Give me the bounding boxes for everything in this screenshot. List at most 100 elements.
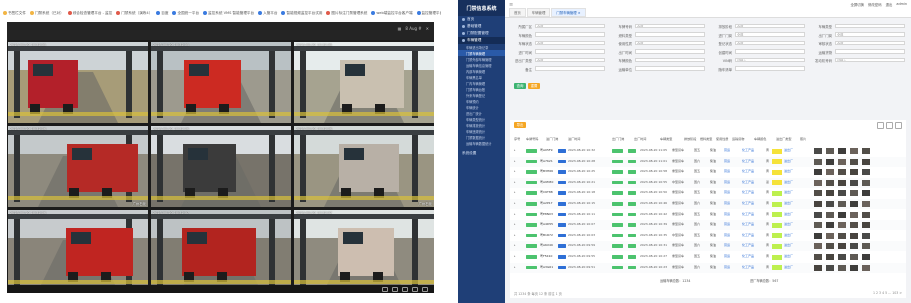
pager-pages[interactable]: 1 2 3 4 5 ... 103 > — [873, 291, 902, 295]
photo-thumbnail[interactable] — [814, 169, 822, 176]
photo-thumbnail[interactable] — [862, 264, 870, 271]
password-link[interactable]: 修改密码 — [868, 2, 882, 7]
close-icon[interactable]: ✕ — [426, 26, 429, 31]
export-button[interactable]: 导出 — [514, 122, 526, 128]
sidebar-subitem[interactable]: 运输车辆数据统计 — [458, 140, 505, 146]
filter-input[interactable]: 全部 — [535, 40, 605, 45]
sidebar-item[interactable]: 门禁配置管理 — [458, 30, 505, 37]
photo-thumbnail[interactable] — [850, 243, 858, 250]
filter-input[interactable]: 请输入 — [835, 57, 905, 62]
table-row[interactable]: ▸ 粤A05F9 2023-08-20 10:32 2023-08-20 11:05 重… — [510, 146, 906, 156]
photo-thumbnail[interactable] — [826, 169, 834, 176]
filter-input[interactable] — [835, 49, 905, 54]
photo-thumbnail[interactable] — [850, 254, 858, 260]
bookmark-item[interactable]: 监控管理平台 — [416, 11, 441, 16]
bookmark-item[interactable]: 入管平台 — [258, 11, 277, 16]
photo-thumbnail[interactable] — [814, 148, 822, 154]
filter-input[interactable] — [635, 57, 705, 62]
reset-button[interactable]: 重置 — [528, 83, 540, 89]
photo-thumbnail[interactable] — [838, 243, 846, 250]
columns-icon[interactable] — [886, 122, 893, 129]
camera-tile[interactable]: 2023-08-20 10:32:06 — [8, 210, 148, 291]
table-row[interactable]: ▸ 粤F5K10 2023-08-20 09:55 2023-08-20 10:27 重… — [510, 252, 906, 262]
filter-input[interactable] — [535, 66, 605, 71]
filter-input[interactable]: 全部 — [535, 57, 605, 62]
bookmark-item[interactable]: 书签栏文件 — [3, 11, 26, 16]
fullscreen-icon[interactable] — [422, 286, 428, 292]
photo-thumbnail[interactable] — [814, 232, 822, 239]
row-expand-icon[interactable]: ▸ — [514, 201, 516, 205]
row-expand-icon[interactable]: ▸ — [514, 222, 516, 226]
table-row[interactable]: ▸ 粤A9M30 2023-08-20 10:21 2023-08-20 10:55 中… — [510, 177, 906, 188]
photo-thumbnail[interactable] — [862, 201, 870, 207]
play-icon[interactable] — [382, 286, 388, 292]
photo-thumbnail[interactable] — [838, 201, 846, 207]
camera-tile[interactable]: 2023-08-20 10:32:06 广州石化 — [294, 126, 434, 207]
photo-thumbnail[interactable] — [826, 254, 834, 260]
photo-thumbnail[interactable] — [814, 190, 822, 197]
filter-input[interactable]: 全部 — [635, 40, 705, 45]
search-button[interactable]: 查询 — [514, 83, 526, 89]
photo-thumbnail[interactable] — [838, 169, 846, 176]
row-expand-icon[interactable]: ▸ — [514, 190, 516, 194]
filter-input[interactable]: 全部 — [635, 23, 705, 28]
photo-thumbnail[interactable] — [814, 264, 822, 271]
table-row[interactable]: ▸ 粤A3G61 2023-08-20 09:51 2023-08-20 10:23 重… — [510, 262, 906, 273]
sidebar-item[interactable]: 首页 — [458, 16, 505, 23]
photo-thumbnail[interactable] — [862, 243, 870, 250]
photo-thumbnail[interactable] — [826, 211, 834, 218]
filter-input[interactable]: 全部 — [835, 40, 905, 45]
photo-thumbnail[interactable] — [838, 254, 846, 260]
photo-thumbnail[interactable] — [838, 222, 846, 229]
bookmark-item[interactable]: 全国统一平台 — [172, 11, 199, 16]
row-expand-icon[interactable]: ▸ — [514, 148, 516, 152]
photo-thumbnail[interactable] — [838, 264, 846, 271]
refresh-icon[interactable] — [877, 122, 884, 129]
filter-input[interactable] — [735, 49, 805, 54]
row-expand-icon[interactable]: ▸ — [514, 254, 516, 258]
photo-thumbnail[interactable] — [826, 190, 834, 197]
photo-thumbnail[interactable] — [850, 169, 858, 176]
print-icon[interactable] — [895, 122, 902, 129]
photo-thumbnail[interactable] — [826, 148, 834, 154]
photo-thumbnail[interactable] — [850, 211, 858, 218]
photo-thumbnail[interactable] — [850, 158, 858, 165]
filter-input[interactable]: 请输入 — [735, 57, 805, 62]
photo-thumbnail[interactable] — [826, 243, 834, 250]
photo-thumbnail[interactable] — [862, 211, 870, 218]
photo-thumbnail[interactable] — [850, 232, 858, 239]
filter-input[interactable]: 全部 — [735, 23, 805, 28]
filter-input[interactable] — [535, 32, 605, 37]
table-row[interactable]: ▸ 粤A2P17 2023-08-20 10:15 2023-08-20 10:46 重… — [510, 199, 906, 209]
row-expand-icon[interactable]: ▸ — [514, 265, 516, 269]
grid-icon[interactable]: ▦ — [398, 26, 402, 31]
camera-tile[interactable]: 2023-08-20 10:32:07进场道路-监控 — [294, 210, 434, 291]
photo-thumbnail[interactable] — [826, 232, 834, 239]
photo-thumbnail[interactable] — [814, 211, 822, 218]
photo-thumbnail[interactable] — [850, 190, 858, 197]
camera-tile[interactable]: 2023-08-20 10:32:05 — [294, 42, 434, 123]
table-row[interactable]: ▸ 粤A4D55 2023-08-20 10:07 2023-08-20 10:39 重… — [510, 220, 906, 231]
photo-thumbnail[interactable] — [814, 222, 822, 229]
filter-input[interactable] — [635, 66, 705, 71]
filter-input[interactable] — [635, 32, 705, 37]
camera-tile[interactable]: 2023-08-20 10:32:07环保门禁系统-高清 — [151, 210, 291, 291]
table-row[interactable]: ▸ 粤A7K21 2023-08-20 10:28 2023-08-20 11:01 重… — [510, 156, 906, 167]
photo-thumbnail[interactable] — [838, 179, 846, 186]
row-expand-icon[interactable]: ▸ — [514, 233, 516, 237]
filter-input[interactable]: 全部 — [735, 32, 805, 37]
row-expand-icon[interactable]: ▸ — [514, 243, 516, 247]
row-expand-icon[interactable]: ▸ — [514, 169, 516, 173]
bookmark-item[interactable]: 门禁系统（演练4） — [116, 11, 152, 16]
photo-thumbnail[interactable] — [862, 232, 870, 239]
filter-input[interactable] — [635, 49, 705, 54]
filter-input[interactable] — [535, 49, 605, 54]
snapshot-icon[interactable] — [402, 286, 408, 292]
filter-input[interactable]: 全部 — [535, 23, 605, 28]
page-tab[interactable]: 车辆管理 — [526, 8, 551, 17]
photo-thumbnail[interactable] — [838, 148, 846, 154]
photo-thumbnail[interactable] — [838, 211, 846, 218]
photo-thumbnail[interactable] — [814, 158, 822, 165]
photo-thumbnail[interactable] — [826, 264, 834, 271]
row-expand-icon[interactable]: ▸ — [514, 212, 516, 216]
